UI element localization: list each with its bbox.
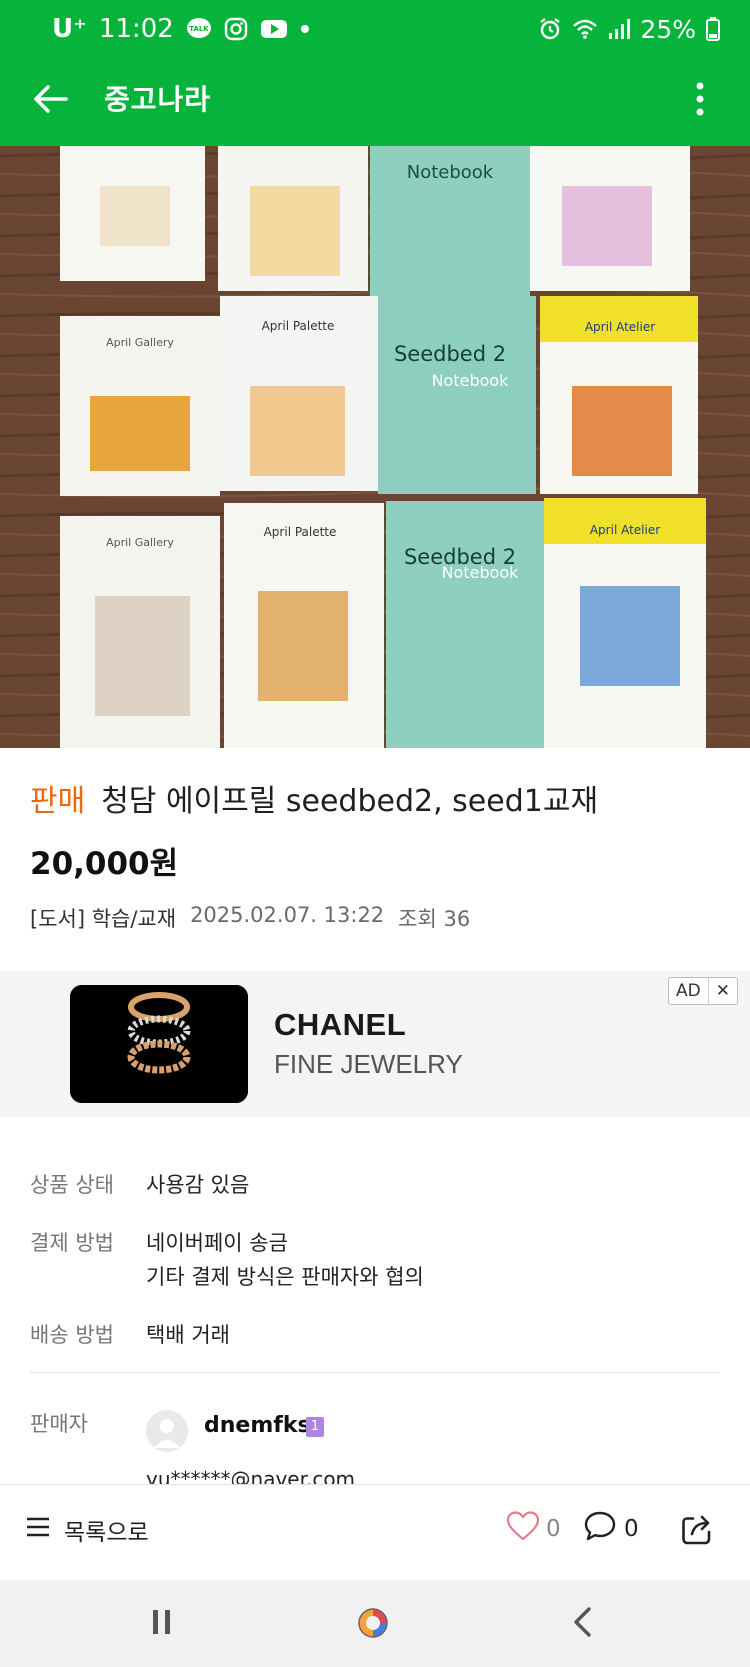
avatar[interactable]	[146, 1410, 188, 1452]
home-icon	[356, 1608, 390, 1644]
ad-brand: CHANEL	[274, 1007, 407, 1042]
dot-icon	[300, 24, 310, 34]
product-meta: [도서] 학습/교재 2025.02.07. 13:22 조회 36	[30, 903, 470, 933]
back-button[interactable]	[26, 76, 76, 126]
system-back-button[interactable]	[570, 1606, 594, 1642]
comment-icon	[584, 1511, 616, 1547]
product-title: 청담 에이프릴 seedbed2, seed1교재	[101, 784, 599, 819]
svg-text:Notebook: Notebook	[407, 162, 494, 183]
like-button[interactable]: 0	[506, 1511, 561, 1547]
shipping-label: 배송 방법	[30, 1323, 114, 1347]
like-count: 0	[546, 1516, 561, 1542]
carrier-label: U⁺	[52, 14, 87, 44]
bottom-action-bar: 목록으로 0 0	[0, 1484, 750, 1580]
seller-label: 판매자	[30, 1412, 88, 1436]
sale-badge: 판매	[30, 784, 86, 819]
home-button[interactable]	[356, 1606, 390, 1644]
info-condition: 상품 상태 사용감 있음	[30, 1168, 720, 1202]
instagram-icon	[224, 17, 248, 41]
youtube-icon	[260, 18, 288, 40]
svg-text:April Palette: April Palette	[262, 319, 335, 333]
ad-jewelry-image[interactable]	[70, 985, 248, 1103]
ad-label-box: AD ✕	[668, 977, 738, 1005]
product-category[interactable]: [도서] 학습/교재	[30, 903, 176, 933]
svg-text:April Atelier: April Atelier	[590, 523, 660, 537]
share-icon	[681, 1512, 715, 1550]
payment-value-line-1: 네이버페이 송금	[146, 1231, 288, 1255]
svg-text:TALK: TALK	[189, 25, 209, 33]
talk-icon: TALK	[186, 17, 212, 41]
recent-apps-icon	[150, 1610, 174, 1642]
svg-text:April Gallery: April Gallery	[106, 336, 174, 349]
info-payment: 결제 방법 네이버페이 송금 기타 결제 방식은 판매자와 협의	[30, 1226, 720, 1294]
product-photo[interactable]: Notebook April Gallery April Palette See…	[0, 146, 750, 748]
status-bar: U⁺ 11:02 TALK 25%	[0, 0, 750, 58]
seller-name[interactable]: dnemfks	[204, 1413, 311, 1438]
post-date: 2025.02.07. 13:22	[190, 903, 385, 927]
comment-button[interactable]: 0	[584, 1511, 639, 1547]
svg-text:April Atelier: April Atelier	[585, 320, 655, 334]
back-to-list-button[interactable]: 목록으로	[26, 1513, 149, 1547]
product-info: 상품 상태 사용감 있음 결제 방법 네이버페이 송금 기타 결제 방식은 판매…	[30, 1168, 720, 1376]
ad-close-button[interactable]: ✕	[707, 978, 737, 1004]
svg-text:Seedbed 2: Seedbed 2	[394, 342, 506, 366]
share-button[interactable]	[676, 1509, 720, 1553]
seller-email: yu******@naver.com	[146, 1467, 356, 1484]
wifi-icon	[572, 18, 598, 40]
payment-value-line-2: 기타 결제 방식은 판매자와 협의	[146, 1265, 424, 1289]
heart-icon	[506, 1511, 540, 1547]
product-title-row: 판매 청담 에이프릴 seedbed2, seed1교재	[30, 780, 730, 824]
back-to-list-label: 목록으로	[64, 1520, 149, 1546]
condition-value: 사용감 있음	[146, 1173, 250, 1197]
shipping-value: 택배 거래	[146, 1323, 230, 1347]
app-title: 중고나라	[104, 83, 212, 116]
ad-label: AD	[676, 981, 701, 1001]
more-menu-button[interactable]	[676, 76, 724, 126]
system-nav-bar	[0, 1580, 750, 1667]
view-count: 조회 36	[398, 907, 471, 931]
svg-text:April Palette: April Palette	[264, 525, 337, 539]
recent-apps-button[interactable]	[150, 1606, 174, 1642]
more-vertical-icon	[695, 82, 705, 120]
battery-icon	[706, 17, 720, 41]
payment-label: 결제 방법	[30, 1231, 114, 1255]
comment-count: 0	[624, 1516, 639, 1542]
seller-level-badge: 1	[306, 1417, 324, 1437]
hamburger-icon	[26, 1516, 50, 1544]
payment-value: 네이버페이 송금 기타 결제 방식은 판매자와 협의	[146, 1226, 424, 1294]
svg-text:Notebook: Notebook	[432, 371, 510, 390]
section-divider	[30, 1372, 720, 1373]
app-bar: 중고나라	[0, 58, 750, 146]
svg-text:April Gallery: April Gallery	[106, 536, 174, 549]
info-shipping: 배송 방법 택배 거래	[30, 1318, 720, 1352]
condition-label: 상품 상태	[30, 1173, 114, 1197]
signal-icon	[608, 18, 631, 40]
product-price: 20,000원	[30, 846, 179, 882]
ad-subtitle: FINE JEWELRY	[274, 1049, 463, 1079]
arrow-left-icon	[33, 84, 69, 118]
svg-text:Notebook: Notebook	[442, 563, 520, 582]
alarm-icon	[538, 17, 562, 41]
ad-banner[interactable]: CHANEL FINE JEWELRY AD ✕	[0, 971, 750, 1117]
battery-percent: 25%	[640, 14, 696, 44]
status-time: 11:02	[98, 14, 174, 44]
chevron-left-icon	[570, 1607, 594, 1642]
